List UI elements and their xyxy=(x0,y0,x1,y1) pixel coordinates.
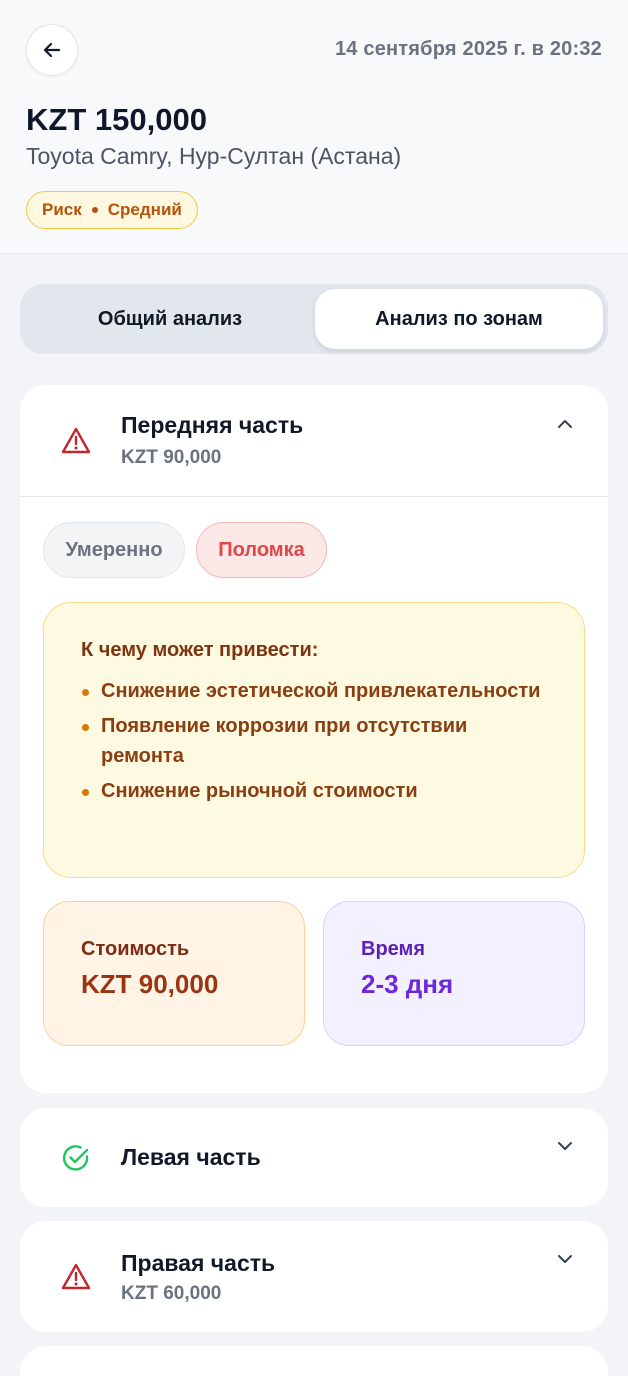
zone-title: Правая часть xyxy=(121,1250,276,1276)
zone-card-right[interactable]: Правая часть KZT 60,000 xyxy=(20,1221,608,1332)
consequences-title: К чему может привести: xyxy=(81,639,319,661)
separator-dot xyxy=(91,207,98,213)
chevron-down-icon[interactable] xyxy=(554,1248,576,1270)
zone-title[interactable]: Передняя часть xyxy=(121,412,303,439)
zone-card-front: Передняя часть KZT 90,000 Умеренно Полом… xyxy=(20,385,608,1093)
consequence-item: Снижение рыночной стоимости xyxy=(81,776,548,806)
analysis-tabs: Общий анализ Анализ по зонам xyxy=(20,284,608,354)
back-button[interactable] xyxy=(26,24,78,76)
cost-value: KZT 90,000 xyxy=(81,969,219,999)
total-price: KZT 150,000 xyxy=(26,102,207,137)
cost-card: Стоимость KZT 90,000 xyxy=(43,901,305,1046)
consequence-item: Появление коррозии при отсутствии ремонт… xyxy=(81,711,548,771)
zone-card-left[interactable]: Левая часть xyxy=(20,1108,608,1207)
zone-amount: KZT 90,000 xyxy=(121,447,222,468)
severity-chip: Умеренно xyxy=(43,522,185,578)
arrow-left-icon xyxy=(43,42,61,58)
warning-icon xyxy=(61,1263,91,1290)
zone-title: Левая часть xyxy=(121,1144,261,1170)
risk-level: Средний xyxy=(107,200,182,219)
consequences-box: К чему может привести: Снижение эстетиче… xyxy=(43,602,585,878)
zone-card-next[interactable] xyxy=(20,1346,608,1376)
tab-general-analysis[interactable]: Общий анализ xyxy=(25,289,315,349)
risk-label: Риск xyxy=(42,200,82,219)
divider xyxy=(20,496,608,497)
consequence-item: Снижение эстетической привлекательности xyxy=(81,676,548,706)
risk-badge: Риск Средний xyxy=(26,191,198,229)
damage-type-chip: Поломка xyxy=(196,522,327,578)
warning-icon xyxy=(61,427,91,454)
chevron-down-icon[interactable] xyxy=(554,1135,576,1157)
cost-label: Стоимость xyxy=(81,938,190,960)
tab-zone-analysis[interactable]: Анализ по зонам xyxy=(315,289,603,349)
chevron-up-icon[interactable] xyxy=(554,413,576,435)
time-label: Время xyxy=(361,938,425,960)
header: 14 сентября 2025 г. в 20:32 KZT 150,000 … xyxy=(0,0,628,254)
zone-amount: KZT 60,000 xyxy=(121,1283,222,1304)
time-card: Время 2-3 дня xyxy=(323,901,585,1046)
check-circle-icon xyxy=(62,1145,89,1171)
time-value: 2-3 дня xyxy=(361,969,454,999)
report-datetime: 14 сентября 2025 г. в 20:32 xyxy=(334,38,602,60)
car-info: Toyota Camry, Нур-Султан (Астана) xyxy=(26,143,402,169)
